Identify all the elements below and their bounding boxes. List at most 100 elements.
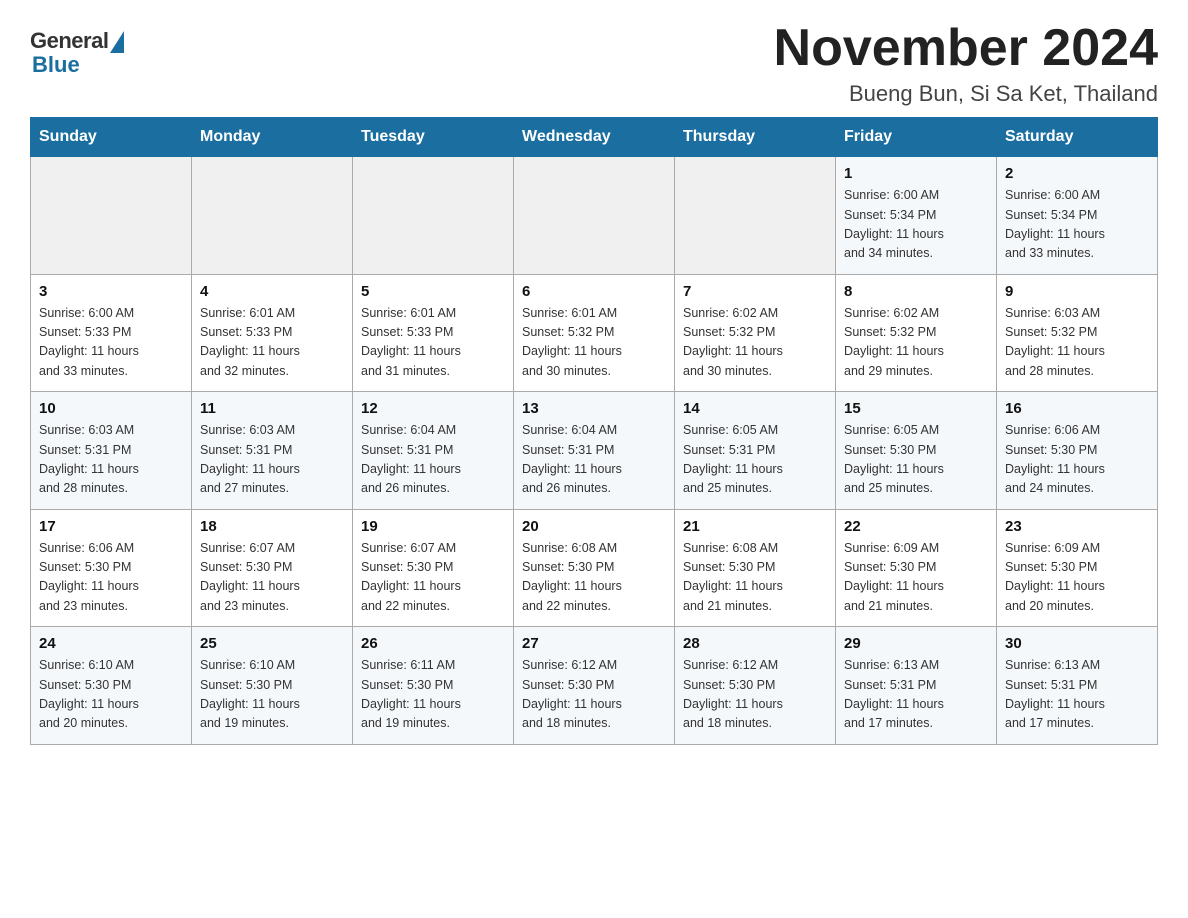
day-info: Sunrise: 6:03 AMSunset: 5:31 PMDaylight:… (200, 421, 344, 499)
day-number: 19 (361, 518, 505, 535)
day-number: 13 (522, 400, 666, 417)
logo-arrow-icon (110, 31, 124, 53)
day-number: 29 (844, 635, 988, 652)
calendar-week-row: 17Sunrise: 6:06 AMSunset: 5:30 PMDayligh… (31, 509, 1158, 627)
calendar-cell: 18Sunrise: 6:07 AMSunset: 5:30 PMDayligh… (192, 509, 353, 627)
day-info: Sunrise: 6:05 AMSunset: 5:30 PMDaylight:… (844, 421, 988, 499)
day-info: Sunrise: 6:00 AMSunset: 5:34 PMDaylight:… (844, 186, 988, 264)
day-number: 10 (39, 400, 183, 417)
day-number: 18 (200, 518, 344, 535)
weekday-header-monday: Monday (192, 118, 353, 157)
weekday-header-saturday: Saturday (997, 118, 1158, 157)
day-number: 2 (1005, 165, 1149, 182)
logo-blue-text: Blue (30, 52, 80, 78)
calendar-cell (192, 157, 353, 275)
calendar-cell: 24 Sunrise: 6:10 AMSunset: 5:30 PMDayligh… (31, 627, 192, 745)
day-number: 7 (683, 283, 827, 300)
day-number: 16 (1005, 400, 1149, 417)
calendar-cell: 11 Sunrise: 6:03 AMSunset: 5:31 PMDayligh… (192, 392, 353, 510)
day-info: Sunrise: 6:03 AMSunset: 5:32 PMDaylight:… (1005, 304, 1149, 382)
title-block: November 2024 Bueng Bun, Si Sa Ket, Thai… (774, 20, 1158, 107)
calendar-cell: 16 Sunrise: 6:06 AMSunset: 5:30 PMDayligh… (997, 392, 1158, 510)
calendar-cell: 4 Sunrise: 6:01 AMSunset: 5:33 PMDaylight… (192, 274, 353, 392)
calendar-cell: 8 Sunrise: 6:02 AMSunset: 5:32 PMDaylight… (836, 274, 997, 392)
calendar-cell: 5Sunrise: 6:01 AMSunset: 5:33 PMDaylight… (353, 274, 514, 392)
calendar-cell: 6Sunrise: 6:01 AMSunset: 5:32 PMDaylight… (514, 274, 675, 392)
calendar-header-row: SundayMondayTuesdayWednesdayThursdayFrid… (31, 118, 1158, 157)
day-number: 15 (844, 400, 988, 417)
day-info: Sunrise: 6:06 AMSunset: 5:30 PMDaylight:… (1005, 421, 1149, 499)
calendar-cell: 20 Sunrise: 6:08 AMSunset: 5:30 PMDayligh… (514, 509, 675, 627)
day-number: 30 (1005, 635, 1149, 652)
calendar-cell: 23Sunrise: 6:09 AMSunset: 5:30 PMDayligh… (997, 509, 1158, 627)
calendar-cell: 25Sunrise: 6:10 AMSunset: 5:30 PMDayligh… (192, 627, 353, 745)
day-number: 17 (39, 518, 183, 535)
day-info: Sunrise: 6:09 AMSunset: 5:30 PMDaylight:… (1005, 539, 1149, 617)
day-info: Sunrise: 6:03 AMSunset: 5:31 PMDaylight:… (39, 421, 183, 499)
day-number: 22 (844, 518, 988, 535)
calendar-cell: 12 Sunrise: 6:04 AMSunset: 5:31 PMDayligh… (353, 392, 514, 510)
day-number: 20 (522, 518, 666, 535)
day-info: Sunrise: 6:13 AMSunset: 5:31 PMDaylight:… (1005, 656, 1149, 734)
day-info: Sunrise: 6:02 AMSunset: 5:32 PMDaylight:… (683, 304, 827, 382)
calendar-cell: 15 Sunrise: 6:05 AMSunset: 5:30 PMDayligh… (836, 392, 997, 510)
calendar-week-row: 10 Sunrise: 6:03 AMSunset: 5:31 PMDayligh… (31, 392, 1158, 510)
location-subtitle: Bueng Bun, Si Sa Ket, Thailand (774, 81, 1158, 107)
page-header: General Blue November 2024 Bueng Bun, Si… (30, 20, 1158, 107)
day-info: Sunrise: 6:08 AMSunset: 5:30 PMDaylight:… (683, 539, 827, 617)
day-info: Sunrise: 6:00 AMSunset: 5:33 PMDaylight:… (39, 304, 183, 382)
day-number: 26 (361, 635, 505, 652)
day-number: 14 (683, 400, 827, 417)
month-title: November 2024 (774, 20, 1158, 77)
day-number: 24 (39, 635, 183, 652)
calendar-week-row: 3Sunrise: 6:00 AMSunset: 5:33 PMDaylight… (31, 274, 1158, 392)
calendar-cell: 9Sunrise: 6:03 AMSunset: 5:32 PMDaylight… (997, 274, 1158, 392)
calendar-cell: 26 Sunrise: 6:11 AMSunset: 5:30 PMDayligh… (353, 627, 514, 745)
logo-general-text: General (30, 28, 108, 54)
day-info: Sunrise: 6:12 AMSunset: 5:30 PMDaylight:… (522, 656, 666, 734)
day-number: 12 (361, 400, 505, 417)
day-info: Sunrise: 6:10 AMSunset: 5:30 PMDaylight:… (39, 656, 183, 734)
calendar-cell: 27Sunrise: 6:12 AMSunset: 5:30 PMDayligh… (514, 627, 675, 745)
day-info: Sunrise: 6:04 AMSunset: 5:31 PMDaylight:… (361, 421, 505, 499)
calendar-cell (31, 157, 192, 275)
calendar-cell: 10 Sunrise: 6:03 AMSunset: 5:31 PMDayligh… (31, 392, 192, 510)
day-info: Sunrise: 6:01 AMSunset: 5:33 PMDaylight:… (361, 304, 505, 382)
weekday-header-tuesday: Tuesday (353, 118, 514, 157)
calendar-table: SundayMondayTuesdayWednesdayThursdayFrid… (30, 117, 1158, 745)
day-number: 21 (683, 518, 827, 535)
calendar-cell: 2Sunrise: 6:00 AMSunset: 5:34 PMDaylight… (997, 157, 1158, 275)
calendar-cell: 1 Sunrise: 6:00 AMSunset: 5:34 PMDaylight… (836, 157, 997, 275)
day-number: 28 (683, 635, 827, 652)
calendar-cell: 19 Sunrise: 6:07 AMSunset: 5:30 PMDayligh… (353, 509, 514, 627)
day-info: Sunrise: 6:11 AMSunset: 5:30 PMDaylight:… (361, 656, 505, 734)
day-number: 25 (200, 635, 344, 652)
calendar-cell: 29Sunrise: 6:13 AMSunset: 5:31 PMDayligh… (836, 627, 997, 745)
calendar-cell: 7 Sunrise: 6:02 AMSunset: 5:32 PMDaylight… (675, 274, 836, 392)
day-info: Sunrise: 6:05 AMSunset: 5:31 PMDaylight:… (683, 421, 827, 499)
calendar-cell: 21 Sunrise: 6:08 AMSunset: 5:30 PMDayligh… (675, 509, 836, 627)
day-info: Sunrise: 6:09 AMSunset: 5:30 PMDaylight:… (844, 539, 988, 617)
weekday-header-thursday: Thursday (675, 118, 836, 157)
weekday-header-wednesday: Wednesday (514, 118, 675, 157)
calendar-cell: 22 Sunrise: 6:09 AMSunset: 5:30 PMDayligh… (836, 509, 997, 627)
day-info: Sunrise: 6:02 AMSunset: 5:32 PMDaylight:… (844, 304, 988, 382)
day-number: 11 (200, 400, 344, 417)
calendar-cell (514, 157, 675, 275)
day-info: Sunrise: 6:08 AMSunset: 5:30 PMDaylight:… (522, 539, 666, 617)
calendar-cell: 17Sunrise: 6:06 AMSunset: 5:30 PMDayligh… (31, 509, 192, 627)
logo: General Blue (30, 28, 124, 78)
weekday-header-friday: Friday (836, 118, 997, 157)
calendar-week-row: 24 Sunrise: 6:10 AMSunset: 5:30 PMDayligh… (31, 627, 1158, 745)
day-number: 1 (844, 165, 988, 182)
day-info: Sunrise: 6:07 AMSunset: 5:30 PMDaylight:… (361, 539, 505, 617)
day-info: Sunrise: 6:01 AMSunset: 5:33 PMDaylight:… (200, 304, 344, 382)
calendar-cell: 13Sunrise: 6:04 AMSunset: 5:31 PMDayligh… (514, 392, 675, 510)
calendar-cell: 14 Sunrise: 6:05 AMSunset: 5:31 PMDayligh… (675, 392, 836, 510)
calendar-cell: 3Sunrise: 6:00 AMSunset: 5:33 PMDaylight… (31, 274, 192, 392)
day-number: 8 (844, 283, 988, 300)
day-number: 4 (200, 283, 344, 300)
weekday-header-sunday: Sunday (31, 118, 192, 157)
calendar-cell (353, 157, 514, 275)
calendar-week-row: 1 Sunrise: 6:00 AMSunset: 5:34 PMDaylight… (31, 157, 1158, 275)
